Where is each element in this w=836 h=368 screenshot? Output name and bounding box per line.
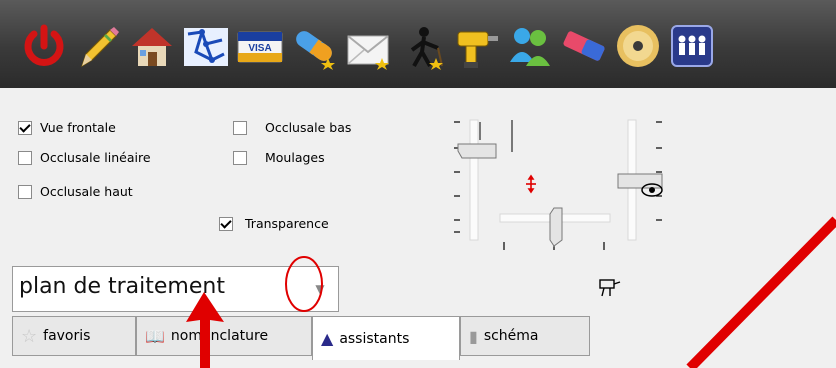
checkbox-label: Occlusale linéaire — [40, 150, 151, 165]
checkbox-label: Transparence — [245, 216, 329, 231]
checkbox-label: Occlusale bas — [265, 120, 352, 135]
power-icon[interactable] — [20, 22, 68, 70]
team-icon[interactable] — [668, 22, 716, 70]
checkbox-box[interactable] — [233, 150, 247, 165]
checkbox-label: Occlusale haut — [40, 184, 133, 199]
checkbox-moulages[interactable]: Moulages — [233, 150, 325, 165]
horizontal-slider-thumb[interactable] — [549, 207, 563, 247]
checkbox-occlusale-lineaire[interactable]: Occlusale linéaire — [18, 150, 151, 165]
visa-text: VISA — [248, 43, 271, 54]
wizard-hat-icon: ▲ — [321, 329, 334, 348]
tooth-icon: ▮ — [469, 326, 478, 346]
book-icon: 📖 — [145, 326, 165, 346]
checkbox-box[interactable] — [18, 120, 32, 135]
checkbox-transparence[interactable]: Transparence — [219, 216, 329, 231]
view-control-widget — [454, 119, 663, 297]
checkbox-occlusale-bas[interactable]: Occlusale bas — [233, 120, 351, 135]
disc-icon[interactable] — [614, 22, 662, 70]
eraser-icon[interactable] — [560, 22, 608, 70]
right-slider-thumb[interactable] — [617, 173, 663, 189]
users-icon[interactable] — [506, 22, 554, 70]
tab-assistants[interactable]: ▲ assistants — [312, 316, 460, 360]
tab-schema[interactable]: ▮ schéma — [460, 316, 590, 356]
checkbox-box[interactable] — [233, 120, 247, 135]
vertical-slider-thumb[interactable] — [457, 143, 497, 159]
checkbox-box[interactable] — [219, 216, 233, 231]
visa-card-icon[interactable]: VISA — [236, 22, 284, 70]
pencil-icon[interactable] — [74, 22, 122, 70]
tab-label: assistants — [339, 330, 410, 347]
mail-icon[interactable] — [344, 22, 392, 70]
chevron-down-icon[interactable]: ▼ — [309, 278, 331, 300]
move-crosshair-icon[interactable] — [526, 174, 536, 194]
tab-favoris[interactable]: ☆ favoris — [12, 316, 136, 356]
checkbox-label: Moulages — [265, 150, 325, 165]
checkbox-vue-frontale[interactable]: Vue frontale — [18, 120, 116, 135]
treatment-plan-dropdown[interactable]: plan de traitement ▼ — [12, 266, 339, 312]
checkbox-box[interactable] — [18, 184, 32, 199]
drill-icon[interactable] — [452, 22, 500, 70]
tab-label: favoris — [43, 328, 91, 344]
tab-nomenclature[interactable]: 📖 nomenclature — [136, 316, 312, 356]
network-icon[interactable] — [182, 22, 230, 70]
star-icon: ☆ — [21, 325, 38, 347]
tab-label: schéma — [483, 328, 539, 344]
pill-icon[interactable] — [290, 22, 338, 70]
tab-label: nomenclature — [170, 328, 269, 344]
checkbox-label: Vue frontale — [40, 120, 116, 135]
worker-icon[interactable] — [398, 22, 446, 70]
checkbox-occlusale-haut[interactable]: Occlusale haut — [18, 184, 133, 199]
dropdown-value: plan de traitement — [19, 274, 225, 299]
main-toolbar: VISA — [0, 0, 836, 88]
checkbox-box[interactable] — [18, 150, 32, 165]
view-camera-icon[interactable] — [599, 279, 621, 297]
home-icon[interactable] — [128, 22, 176, 70]
